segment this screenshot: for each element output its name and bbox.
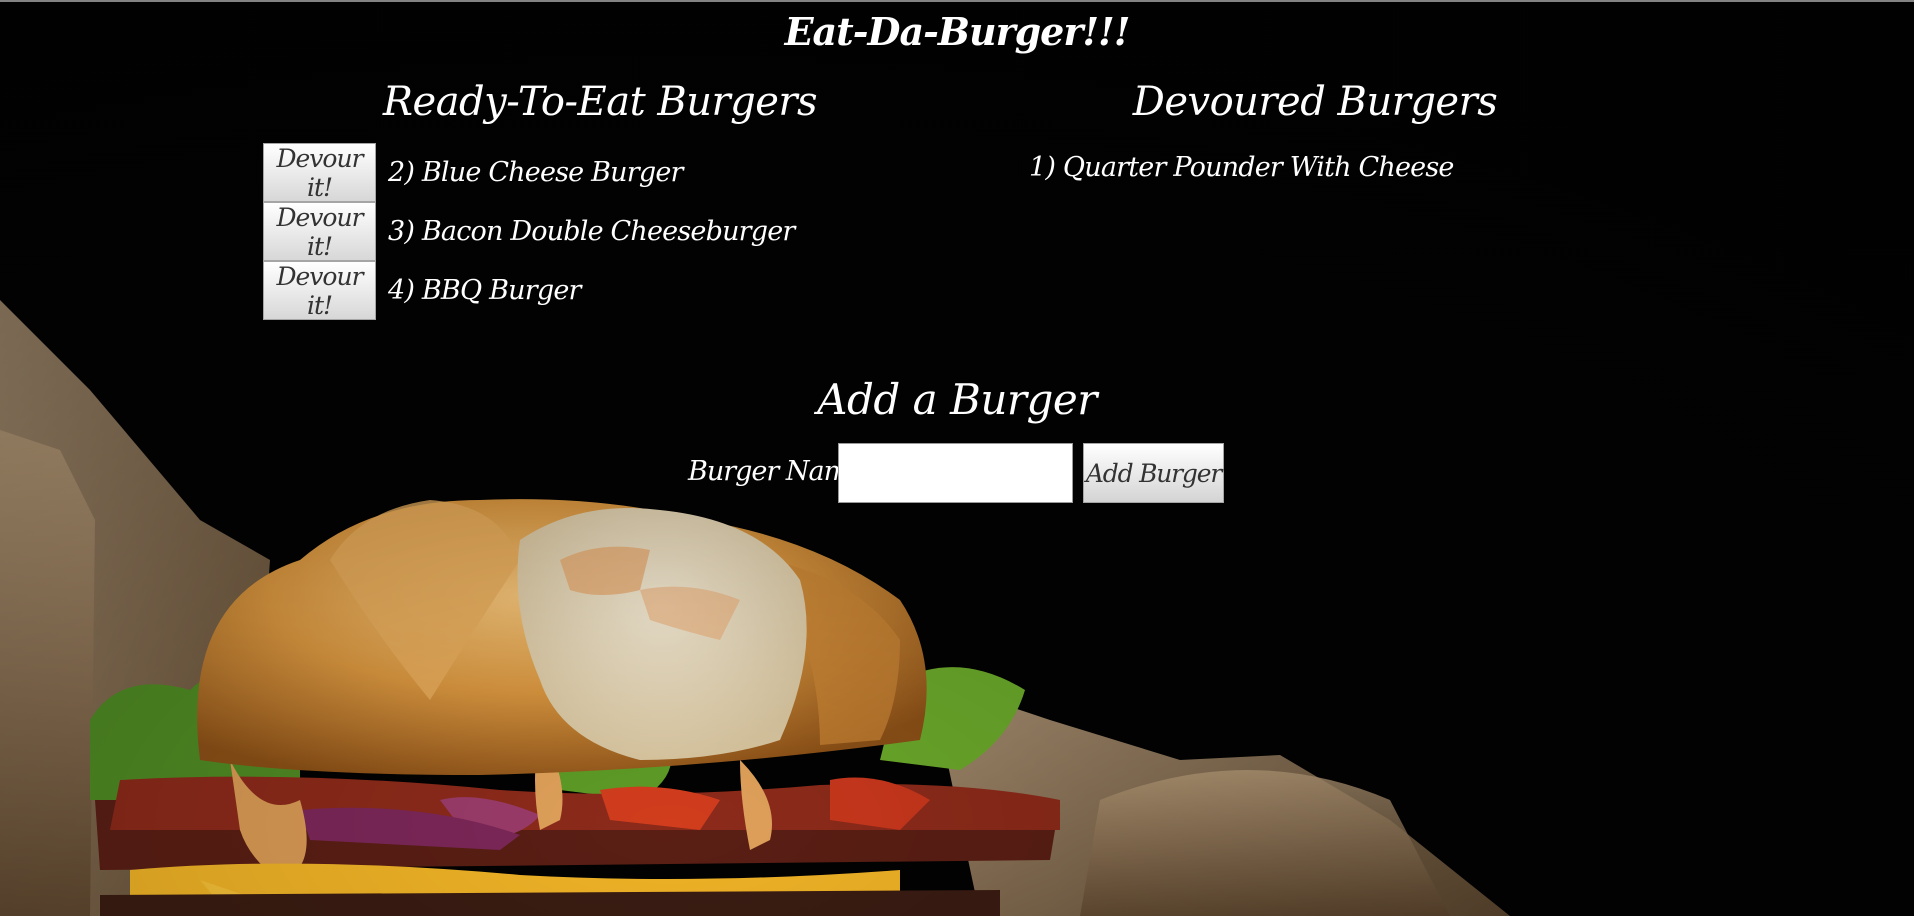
page-title: Eat-Da-Burger!!! — [784, 9, 1131, 54]
add-burger-heading: Add a Burger — [817, 375, 1097, 424]
list-item: Devour it! 2) Blue Cheese Burger — [263, 143, 795, 202]
burger-name-label: Burger Name: — [688, 456, 872, 487]
list-item: 1) Quarter Pounder With Cheese — [1029, 152, 1454, 183]
ready-burgers-heading: Ready-To-Eat Burgers — [382, 79, 818, 125]
list-item: Devour it! 3) Bacon Double Cheeseburger — [263, 202, 795, 261]
devour-button[interactable]: Devour it! — [263, 143, 376, 202]
burger-name: 2) Blue Cheese Burger — [388, 157, 683, 188]
burger-name: 4) BBQ Burger — [388, 275, 581, 306]
devour-button[interactable]: Devour it! — [263, 202, 376, 261]
list-item: Devour it! 4) BBQ Burger — [263, 261, 795, 320]
burger-name-input[interactable] — [838, 443, 1073, 503]
devoured-burgers-heading: Devoured Burgers — [1132, 79, 1498, 125]
burger-name: 3) Bacon Double Cheeseburger — [388, 216, 795, 247]
ready-burgers-list: Devour it! 2) Blue Cheese Burger Devour … — [263, 143, 795, 320]
devoured-burgers-list: 1) Quarter Pounder With Cheese — [1029, 149, 1454, 187]
add-burger-form: Burger Name: Add Burger — [0, 443, 1914, 503]
devour-button[interactable]: Devour it! — [263, 261, 376, 320]
add-burger-button[interactable]: Add Burger — [1083, 443, 1224, 503]
